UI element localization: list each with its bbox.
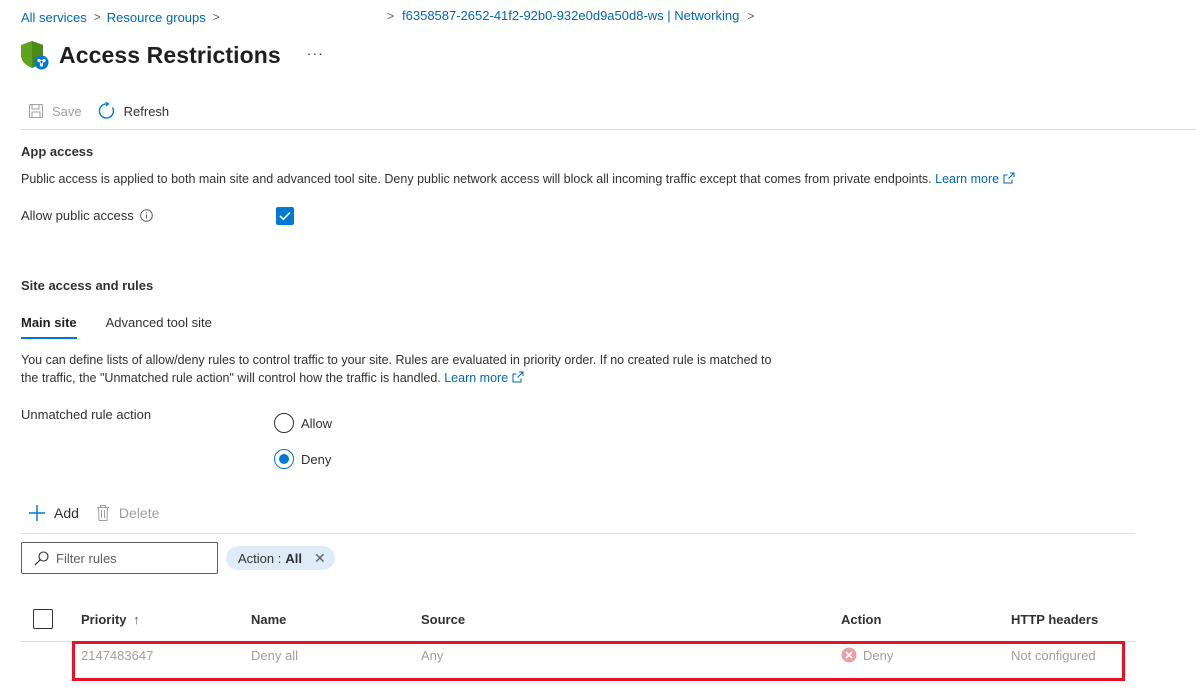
deny-icon xyxy=(841,647,857,663)
app-access-text: Public access is applied to both main si… xyxy=(21,172,932,186)
external-link-icon xyxy=(512,371,524,382)
toolbar-divider xyxy=(20,129,1196,130)
breadcrumb-current: > f6358587-2652-41f2-92b0-932e0d9a50d8-w… xyxy=(387,8,754,23)
close-icon[interactable]: ✕ xyxy=(314,550,326,567)
rules-command-bar: Add Delete xyxy=(28,503,175,523)
page-header: Access Restrictions ··· xyxy=(20,36,324,74)
chevron-right-icon: > xyxy=(747,8,755,23)
cell-action: Deny xyxy=(841,647,893,663)
unmatched-rule-action-label: Unmatched rule action xyxy=(21,407,152,422)
refresh-label: Refresh xyxy=(123,103,170,119)
filter-rules-box[interactable] xyxy=(21,542,218,574)
tab-advanced-tool-site[interactable]: Advanced tool site xyxy=(106,313,212,339)
checkmark-icon xyxy=(279,211,291,221)
cell-priority: 2147483647 xyxy=(81,648,154,663)
radio-selected-dot xyxy=(279,454,289,464)
pill-value: All xyxy=(285,550,302,566)
tab-main-site[interactable]: Main site xyxy=(21,313,77,339)
radio-allow-button[interactable] xyxy=(274,413,294,433)
trash-icon xyxy=(96,505,109,521)
chevron-right-icon: > xyxy=(93,10,101,24)
rules-table-header: Priority ↑ Name Source Action HTTP heade… xyxy=(20,606,1135,634)
cell-action-label: Deny xyxy=(863,647,894,663)
cell-name: Deny all xyxy=(251,648,298,663)
site-access-text-line2-wrap: the traffic, the "Unmatched rule action"… xyxy=(21,370,771,388)
radio-allow-label: Allow xyxy=(301,415,333,431)
delete-button[interactable]: Delete xyxy=(95,504,159,522)
toolbar: Save Refresh xyxy=(28,100,185,122)
learn-more-link[interactable]: Learn more xyxy=(935,172,999,186)
breadcrumb-all-services[interactable]: All services xyxy=(21,10,87,25)
learn-more-link[interactable]: Learn more xyxy=(444,371,508,385)
add-icon xyxy=(29,505,45,521)
more-options-icon[interactable]: ··· xyxy=(307,45,324,61)
chevron-right-icon: > xyxy=(212,10,220,24)
pill-key: Action : xyxy=(238,550,282,566)
select-all-checkbox[interactable] xyxy=(33,609,53,629)
radio-allow[interactable]: Allow xyxy=(274,413,332,433)
breadcrumb: All services > Resource groups > xyxy=(21,8,226,26)
site-access-text-line2: the traffic, the "Unmatched rule action"… xyxy=(21,370,441,385)
info-icon[interactable] xyxy=(139,209,153,222)
save-button[interactable]: Save xyxy=(28,103,82,119)
add-button[interactable]: Add xyxy=(28,504,79,522)
breadcrumb-resource-groups[interactable]: Resource groups xyxy=(107,10,206,25)
cell-source: Any xyxy=(421,648,444,663)
site-access-description: You can define lists of allow/deny rules… xyxy=(21,352,771,387)
filter-rules-input[interactable] xyxy=(56,550,206,566)
command-divider xyxy=(20,533,1135,534)
refresh-button[interactable]: Refresh xyxy=(98,102,170,120)
add-label: Add xyxy=(54,505,79,521)
external-link-icon xyxy=(1003,172,1015,184)
radio-deny-label: Deny xyxy=(301,451,332,467)
sort-ascending-icon: ↑ xyxy=(133,612,140,627)
save-icon xyxy=(29,104,43,118)
app-access-description: Public access is applied to both main si… xyxy=(21,171,1015,189)
column-action[interactable]: Action xyxy=(841,612,881,627)
allow-public-access-checkbox[interactable] xyxy=(276,207,294,225)
radio-deny[interactable]: Deny xyxy=(274,449,331,469)
app-access-heading: App access xyxy=(21,144,94,159)
column-name[interactable]: Name xyxy=(251,612,286,627)
shield-network-icon xyxy=(20,37,50,73)
site-tabs: Main site Advanced tool site xyxy=(21,313,241,339)
cell-http-headers: Not configured xyxy=(1011,648,1096,663)
column-source[interactable]: Source xyxy=(421,612,465,627)
action-filter-pill[interactable]: Action : All ✕ xyxy=(226,546,335,570)
table-row[interactable] xyxy=(72,641,1125,681)
page-title: Access Restrictions xyxy=(59,41,281,68)
breadcrumb-networking[interactable]: f6358587-2652-41f2-92b0-932e0d9a50d8-ws … xyxy=(402,8,739,23)
column-priority-label: Priority xyxy=(81,612,127,627)
chevron-right-icon: > xyxy=(387,8,395,23)
allow-public-access-label: Allow public access xyxy=(21,208,153,223)
refresh-icon xyxy=(98,102,114,119)
column-priority[interactable]: Priority ↑ xyxy=(81,612,140,627)
save-label: Save xyxy=(52,103,82,119)
site-access-heading: Site access and rules xyxy=(21,278,154,293)
allow-public-access-text: Allow public access xyxy=(21,208,134,223)
site-access-text-line1: You can define lists of allow/deny rules… xyxy=(21,353,772,367)
column-http-headers[interactable]: HTTP headers xyxy=(1011,612,1098,627)
search-icon xyxy=(34,550,49,565)
radio-deny-button[interactable] xyxy=(274,449,294,469)
delete-label: Delete xyxy=(118,505,160,521)
